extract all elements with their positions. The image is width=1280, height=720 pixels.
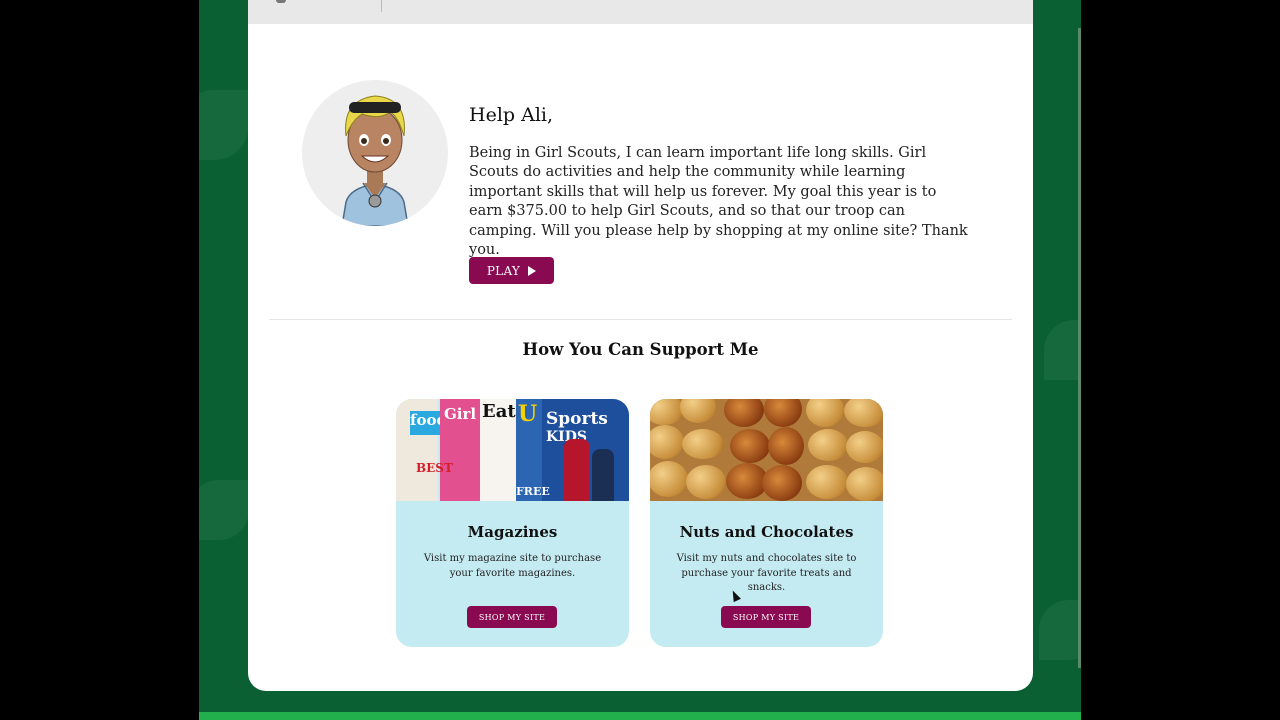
magazine-cover: U xyxy=(518,401,538,427)
nut-illustration xyxy=(846,467,883,501)
nut-illustration xyxy=(846,431,883,463)
girl-avatar-icon xyxy=(341,95,409,226)
play-icon xyxy=(528,265,537,276)
nuts-chocolates-description: Visit my nuts and chocolates site to pur… xyxy=(676,553,857,593)
play-label: PLAY xyxy=(486,263,521,278)
leaf-pattern-decoration xyxy=(199,90,249,160)
nut-illustration xyxy=(650,399,684,425)
nut-illustration xyxy=(806,399,844,427)
avatar xyxy=(302,80,448,226)
nuts-chocolates-title: Nuts and Chocolates xyxy=(679,523,854,541)
nut-illustration xyxy=(686,465,726,499)
nut-illustration xyxy=(844,399,883,427)
leaf-pattern-decoration xyxy=(1044,320,1081,380)
nav-divider xyxy=(381,0,382,12)
top-navigation-bar xyxy=(248,0,1033,24)
nut-illustration xyxy=(768,427,804,465)
nav-icon[interactable] xyxy=(276,0,286,3)
leaf-pattern-decoration xyxy=(199,480,249,540)
magazine-athlete xyxy=(592,449,614,501)
nuts-chocolates-shop-button[interactable]: SHOP MY SITE xyxy=(721,606,811,628)
magazine-cover: Sports xyxy=(546,409,608,429)
bottom-accent-stripe xyxy=(199,712,1081,720)
nut-illustration xyxy=(764,399,802,427)
nut-illustration xyxy=(680,399,716,423)
nut-illustration xyxy=(730,429,770,463)
magazine-athlete xyxy=(564,439,590,501)
magazine-cover: Girl xyxy=(444,405,477,423)
page-background: Help Ali, Being in Girl Scouts, I can le… xyxy=(199,0,1081,720)
play-button[interactable]: PLAY xyxy=(469,257,554,284)
support-section-title: How You Can Support Me xyxy=(522,340,759,359)
magazines-description: Visit my magazine site to purchase your … xyxy=(423,553,602,579)
nut-illustration xyxy=(808,429,848,461)
section-divider xyxy=(269,319,1012,320)
scrollbar[interactable] xyxy=(1078,28,1081,668)
magazines-title: Magazines xyxy=(467,523,558,541)
nut-illustration xyxy=(682,429,724,459)
greeting-heading: Help Ali, xyxy=(469,104,554,126)
support-message: Being in Girl Scouts, I can learn import… xyxy=(469,145,968,259)
magazines-shop-button[interactable]: SHOP MY SITE xyxy=(467,606,557,628)
nut-illustration xyxy=(724,399,764,427)
profile-card: Help Ali, Being in Girl Scouts, I can le… xyxy=(248,0,1033,691)
leaf-pattern-decoration xyxy=(1039,600,1081,660)
nuts-chocolates-card: Nuts and Chocolates Visit my nuts and ch… xyxy=(650,399,883,647)
nut-illustration xyxy=(650,461,688,497)
magazine-cover: Eati xyxy=(482,401,523,422)
nuts-image xyxy=(650,399,883,501)
magazines-image: food Girl Eati U Sports KIDS BEST FREE xyxy=(396,399,629,501)
magazine-cover: FREE xyxy=(516,485,550,498)
nut-illustration xyxy=(650,425,684,459)
magazines-card: food Girl Eati U Sports KIDS BEST FREE M… xyxy=(396,399,629,647)
nut-illustration xyxy=(762,465,802,501)
magazine-cover: BEST xyxy=(416,461,453,475)
nut-illustration xyxy=(806,465,848,499)
